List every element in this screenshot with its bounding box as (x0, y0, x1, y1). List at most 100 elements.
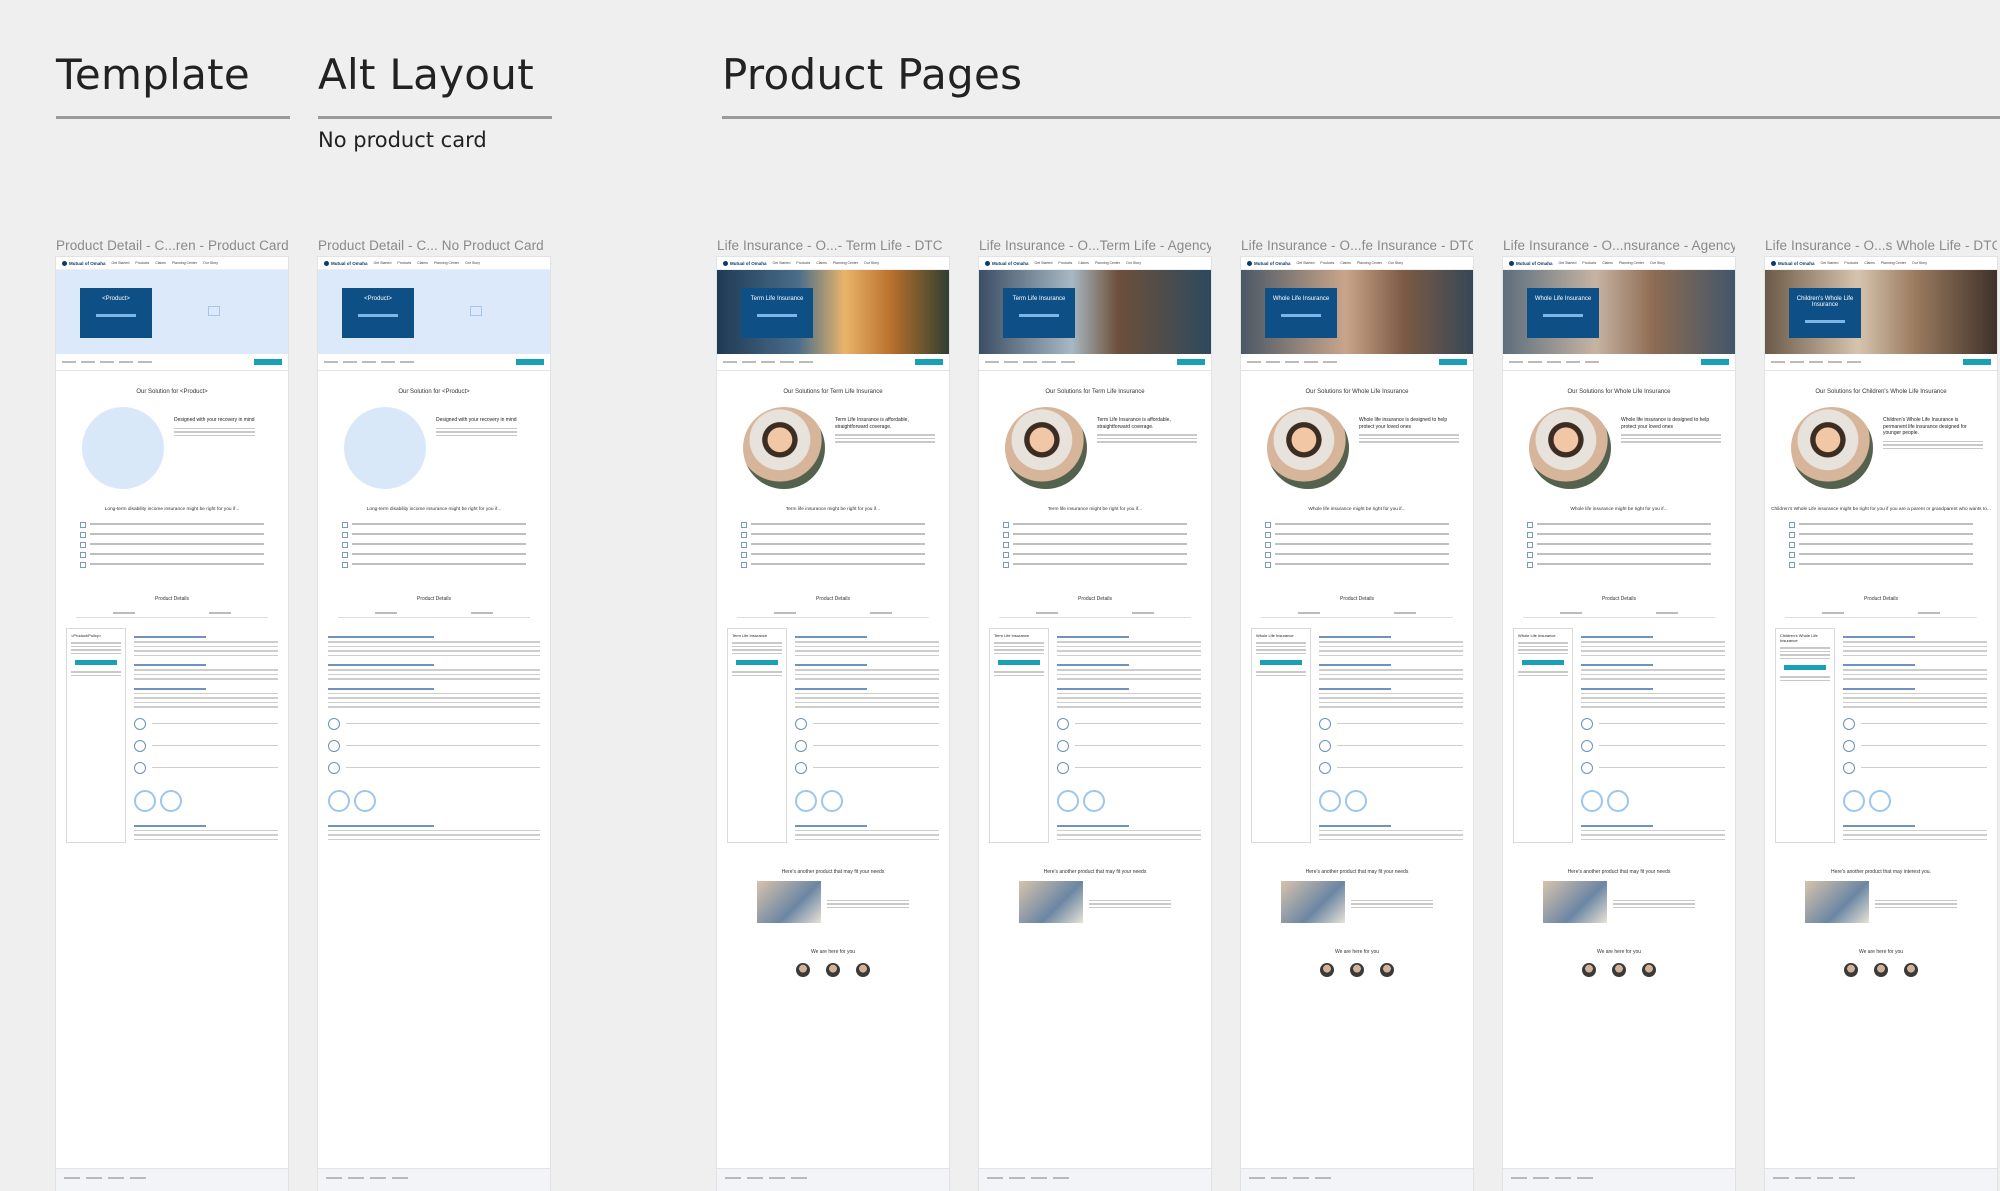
steps-list (795, 717, 939, 774)
image-placeholder-icon (470, 306, 482, 316)
checklist-item (1789, 552, 1973, 558)
stats-rings (134, 784, 278, 817)
details-body: Term Life Insurance (717, 618, 949, 853)
checklist-item (1265, 542, 1449, 548)
product-card: Term Life Insurance (989, 628, 1049, 843)
hero-title: Whole Life Insurance (1272, 296, 1330, 302)
solution-block: Children's Whole Life Insurance is perma… (1765, 395, 1997, 489)
product-details-title: Product Details (1602, 596, 1636, 602)
checklist-item (1003, 542, 1187, 548)
promo-block (1765, 875, 1997, 929)
solution-text: Designed with your recovery in mind (174, 417, 255, 423)
avatar (1380, 963, 1394, 977)
hero-title-box: Term Life Insurance (1003, 288, 1075, 338)
avatar (1320, 963, 1334, 977)
steps-list (134, 717, 278, 774)
solution-block: Term Life Insurance is affordable, strai… (979, 395, 1211, 489)
brand-logo: Mutual of Omaha (723, 260, 767, 266)
checklist (717, 512, 949, 578)
checklist-item (1527, 542, 1711, 548)
sub-navigation (717, 354, 949, 371)
mockup-nav: Mutual of Omaha Get Started Products Cla… (1503, 257, 1735, 270)
brand-logo: Mutual of Omaha (62, 260, 106, 266)
frame-label[interactable]: Life Insurance - O...nsurance - Agency (1503, 238, 1735, 253)
frame-label[interactable]: Product Detail - C... No Product Card (318, 238, 550, 253)
checklist-item (1265, 522, 1449, 528)
checklist-item (741, 532, 925, 538)
product-card: Term Life Insurance (727, 628, 787, 843)
agent-avatars (1241, 963, 1473, 977)
product-details-title: Product Details (1340, 596, 1374, 602)
artboard-frame[interactable]: Mutual of Omaha Get Started Products Cla… (1503, 257, 1735, 1191)
hero-banner: Children's Whole Life Insurance (1765, 270, 1997, 354)
checklist-item (1003, 522, 1187, 528)
checklist-item (1003, 552, 1187, 558)
checklist-item (1789, 542, 1973, 548)
details-body: Term Life Insurance (979, 618, 1211, 853)
section-title-template: Template (56, 50, 251, 99)
solution-text: Designed with your recovery in mind (436, 417, 517, 423)
details-body: Children's Whole Life Insurance (1765, 618, 1997, 853)
mockup-nav: Mutual of Omaha Get Started Products Cla… (717, 257, 949, 270)
here-for-you-title: We are here for you (1596, 949, 1642, 955)
product-card-button (1260, 660, 1302, 665)
checklist-item (342, 552, 526, 558)
hero-title-box: Children's Whole Life Insurance (1789, 288, 1861, 338)
mockup-nav: Mutual of Omaha Get Started Products Cla… (1241, 257, 1473, 270)
avatar (856, 963, 870, 977)
checklist (1765, 512, 1997, 578)
artboard-frame[interactable]: Mutual of Omaha Get Started Products Cla… (56, 257, 288, 1191)
frame-label[interactable]: Life Insurance - O...- Term Life - DTC (717, 238, 949, 253)
product-card-button (1784, 665, 1826, 670)
hero-title-box: <Product> (342, 288, 414, 338)
artboard-frame[interactable]: Mutual of Omaha Get Started Products Cla… (318, 257, 550, 1191)
agent-avatars (1503, 963, 1735, 977)
image-placeholder-circle (82, 407, 164, 489)
checklist (979, 512, 1211, 578)
checklist-item (1527, 562, 1711, 568)
checklist-item (1265, 562, 1449, 568)
sub-navigation (979, 354, 1211, 371)
product-card-button (1522, 660, 1564, 665)
frame-label[interactable]: Product Detail - C...ren - Product Card (56, 238, 288, 253)
product-details-title: Product Details (1864, 596, 1898, 602)
avatar (1612, 963, 1626, 977)
section-divider-template (56, 116, 290, 119)
frame-label[interactable]: Life Insurance - O...s Whole Life - DTC (1765, 238, 1997, 253)
product-card: Whole Life Insurance (1251, 628, 1311, 843)
solution-block: Term Life Insurance is affordable, strai… (717, 395, 949, 489)
promo-block (1241, 875, 1473, 929)
avatar (1904, 963, 1918, 977)
solution-block: Designed with your recovery in mind (56, 395, 288, 489)
avatar (826, 963, 840, 977)
hero-banner: <Product> (56, 270, 288, 354)
product-details-title: Product Details (417, 596, 451, 602)
promo-photo (1805, 881, 1869, 923)
sub-navigation (318, 354, 550, 371)
artboard-frame[interactable]: Mutual of Omaha Get Started Products Cla… (979, 257, 1211, 1191)
hero-title: <Product> (102, 296, 130, 302)
checklist-item (1265, 552, 1449, 558)
promo-block (1503, 875, 1735, 929)
product-card: Children's Whole Life Insurance (1775, 628, 1835, 843)
frame-label[interactable]: Life Insurance - O...Term Life - Agency (979, 238, 1211, 253)
promo-photo (1543, 881, 1607, 923)
checklist (56, 512, 288, 578)
solution-block: Whole life insurance is designed to help… (1503, 395, 1735, 489)
details-body: <Product/Policy> (56, 618, 288, 853)
checklist-item (80, 562, 264, 568)
artboard-frame[interactable]: Mutual of Omaha Get Started Products Cla… (1241, 257, 1473, 1191)
checklist-item (80, 532, 264, 538)
checklist-item (80, 552, 264, 558)
checklist-item (342, 522, 526, 528)
mockup-footer (717, 1168, 949, 1191)
frame-label[interactable]: Life Insurance - O...fe Insurance - DTC (1241, 238, 1473, 253)
product-card-title: Children's Whole Life Insurance (1780, 633, 1818, 643)
checklist-item (342, 542, 526, 548)
artboard-frame[interactable]: Mutual of Omaha Get Started Products Cla… (1765, 257, 1997, 1191)
artboard-frame[interactable]: Mutual of Omaha Get Started Products Cla… (717, 257, 949, 1191)
product-card-title: <Product/Policy> (71, 633, 102, 638)
promo-photo (757, 881, 821, 923)
agent-avatars (1765, 963, 1997, 977)
hero-title-box: Whole Life Insurance (1527, 288, 1599, 338)
